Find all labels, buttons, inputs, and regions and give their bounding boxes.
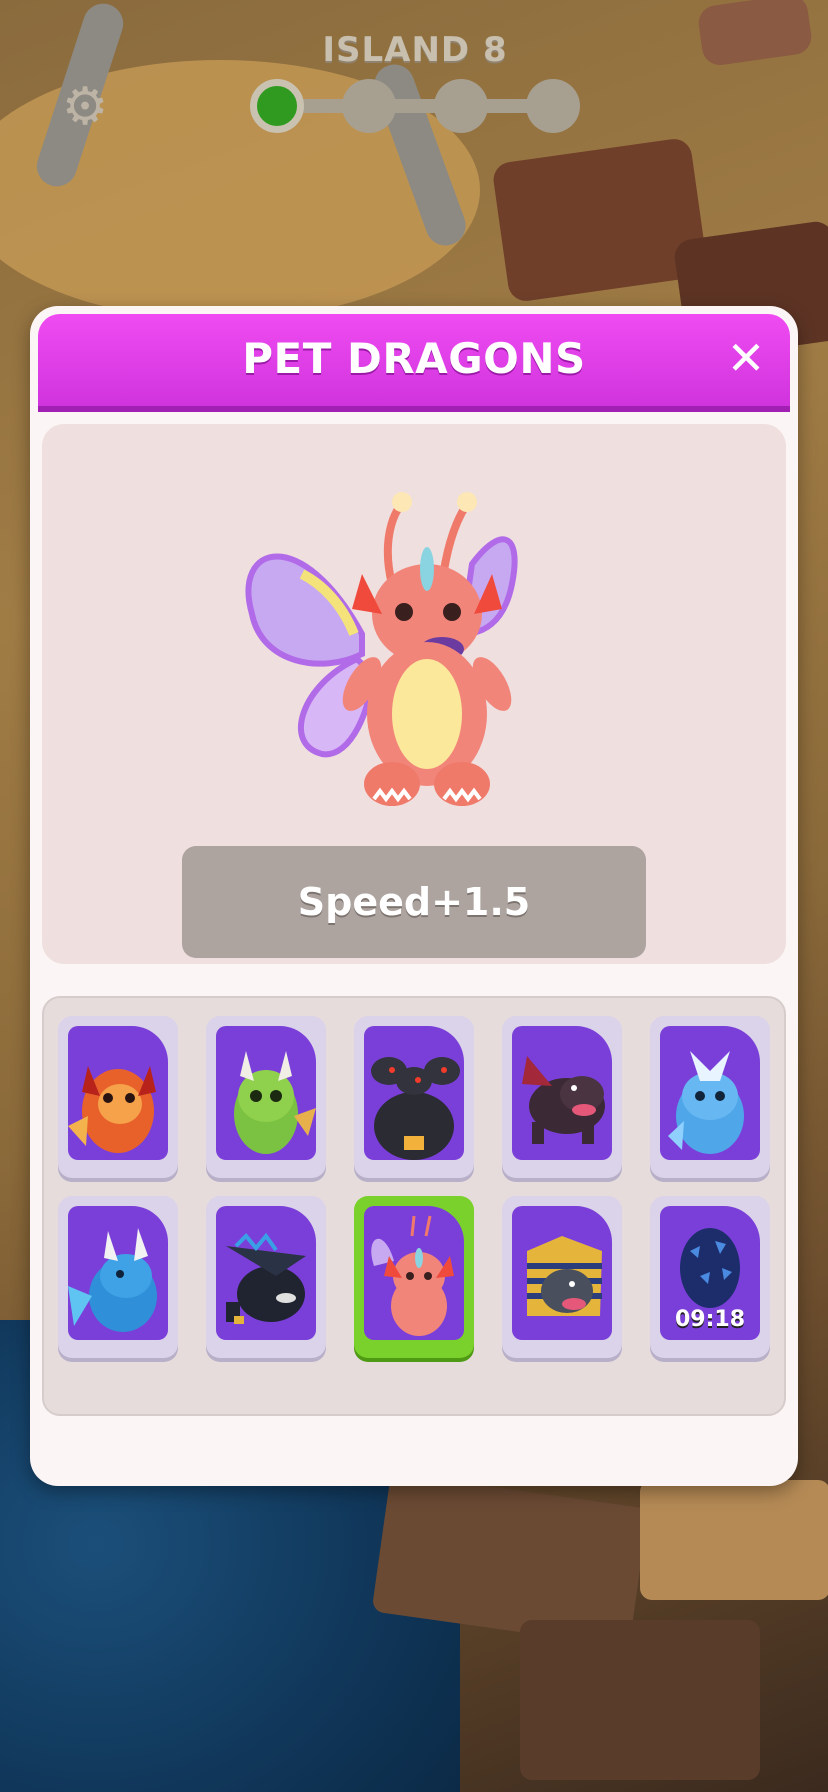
butterfly-dragon-icon <box>245 492 518 806</box>
stat-speed-bonus: Speed+1.5 <box>297 880 531 924</box>
three-headed-dragon-icon <box>371 1057 460 1160</box>
fire-dragon-icon <box>68 1066 156 1153</box>
card-portrait <box>364 1026 464 1160</box>
dragon-card[interactable] <box>502 1016 622 1178</box>
card-portrait <box>660 1026 760 1160</box>
card-portrait <box>68 1026 168 1160</box>
ice-dragon-icon <box>668 1051 744 1154</box>
panel-title: PET DRAGONS <box>242 334 586 383</box>
progress-track <box>270 99 560 113</box>
dark-dragon-icon <box>522 1056 605 1144</box>
card-portrait <box>364 1206 464 1340</box>
butterfly-dragon-icon <box>371 1215 454 1336</box>
panel-header: PET DRAGONS ✕ <box>38 314 790 412</box>
progress-node <box>526 79 580 133</box>
dragon-card[interactable] <box>58 1016 178 1178</box>
progress-node <box>434 79 488 133</box>
card-portrait: 09:18 <box>660 1206 760 1340</box>
dragon-card[interactable] <box>354 1016 474 1178</box>
close-icon[interactable]: ✕ <box>724 335 768 381</box>
rock <box>491 136 709 304</box>
stat-box: Speed+1.5 <box>182 846 646 958</box>
card-portrait <box>512 1206 612 1340</box>
dragon-card[interactable] <box>206 1016 326 1178</box>
dragon-card[interactable] <box>58 1196 178 1358</box>
dragon-card[interactable] <box>650 1016 770 1178</box>
island-progress-bar <box>250 75 580 135</box>
blue-dragon-icon <box>68 1228 157 1332</box>
rock <box>696 0 814 68</box>
shadow-dragon-icon <box>226 1232 306 1324</box>
island-label: ISLAND 8 <box>322 30 508 70</box>
dragon-egg-card[interactable]: 09:18 <box>650 1196 770 1358</box>
sand-patch <box>640 1480 828 1600</box>
dragon-preview: Speed+1.5 <box>42 424 786 964</box>
dragon-card[interactable] <box>502 1196 622 1358</box>
card-portrait <box>512 1026 612 1160</box>
progress-node-completed <box>250 79 304 133</box>
card-portrait <box>216 1026 316 1160</box>
dragon-collection-grid: 09:18 <box>42 996 786 1416</box>
game-screen: ISLAND 8 ⚙ PET DRAGONS ✕ Speed+1.5 09:18 <box>0 0 828 1792</box>
pharaoh-dragon-icon <box>527 1236 602 1316</box>
dragon-card-selected[interactable] <box>354 1196 474 1358</box>
card-portrait <box>216 1206 316 1340</box>
cliff <box>520 1620 760 1780</box>
egg-hatch-timer: 09:18 <box>674 1307 746 1332</box>
green-dragon-icon <box>234 1051 316 1154</box>
progress-node <box>342 79 396 133</box>
pet-dragons-panel: PET DRAGONS ✕ Speed+1.5 09:18 <box>30 306 798 1486</box>
dragon-card[interactable] <box>206 1196 326 1358</box>
card-portrait <box>68 1206 168 1340</box>
gear-icon[interactable]: ⚙ <box>58 80 112 134</box>
